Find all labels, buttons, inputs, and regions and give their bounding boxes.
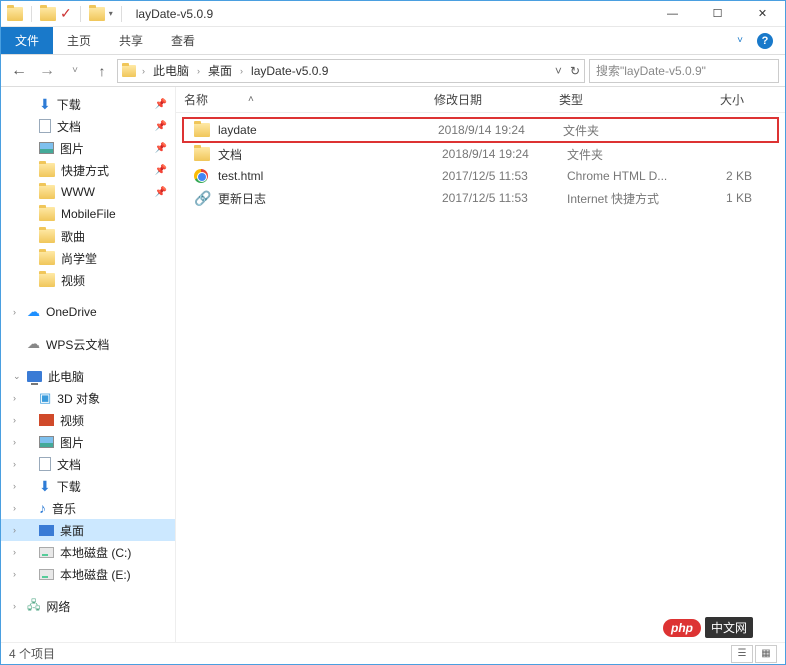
- column-date[interactable]: 修改日期: [434, 91, 559, 108]
- sidebar-item-onedrive[interactable]: ›☁OneDrive: [1, 301, 175, 323]
- nav-recent-button[interactable]: ˅: [63, 59, 87, 83]
- qat: ✓ ▾: [1, 5, 126, 22]
- chevron-right-icon[interactable]: ›: [138, 66, 149, 76]
- file-pane: 名称˄ 修改日期 类型 大小 laydate 2018/9/14 19:24 文…: [176, 87, 785, 642]
- sidebar-item-shortcuts[interactable]: 快捷方式📌: [1, 159, 175, 181]
- dropdown-icon[interactable]: ˅: [555, 64, 562, 78]
- sidebar-item-downloads2[interactable]: ›⬇下载: [1, 475, 175, 497]
- sidebar-item-pictures2[interactable]: ›图片: [1, 431, 175, 453]
- view-icons-button[interactable]: ▦: [755, 645, 777, 663]
- folder-icon: [7, 7, 23, 21]
- close-button[interactable]: ✕: [740, 1, 785, 27]
- tab-view[interactable]: 查看: [157, 27, 209, 54]
- crumb-pc[interactable]: 此电脑: [151, 62, 191, 79]
- nav-forward-button[interactable]: →: [35, 59, 59, 83]
- file-row[interactable]: 文档 2018/9/14 19:24 文件夹: [176, 143, 785, 165]
- ribbon-expand-icon[interactable]: ˅: [737, 35, 743, 46]
- search-input[interactable]: 搜索"layDate-v5.0.9": [589, 59, 779, 83]
- chevron-right-icon[interactable]: ›: [236, 66, 247, 76]
- sidebar-item-downloads[interactable]: ⬇下载📌: [1, 93, 175, 115]
- column-name[interactable]: 名称˄: [184, 91, 434, 108]
- sidebar-item-pictures[interactable]: 图片📌: [1, 137, 175, 159]
- crumb-folder[interactable]: layDate-v5.0.9: [249, 64, 330, 78]
- sidebar-item-desktop[interactable]: ›桌面: [1, 519, 175, 541]
- column-size[interactable]: 大小: [684, 91, 754, 108]
- window-title: layDate-v5.0.9: [136, 7, 213, 21]
- refresh-icon[interactable]: ↻: [570, 64, 580, 78]
- sidebar-item-network[interactable]: ›🖧网络: [1, 595, 175, 617]
- breadcrumb[interactable]: › 此电脑 › 桌面 › layDate-v5.0.9 ˅ ↻: [117, 59, 585, 83]
- folder-icon: [122, 65, 136, 77]
- chrome-icon: [194, 169, 210, 183]
- folder-icon: [194, 147, 210, 161]
- status-bar: 4 个项目 ☰ ▦: [1, 642, 785, 664]
- titlebar: ✓ ▾ layDate-v5.0.9 — ☐ ✕: [1, 1, 785, 27]
- link-icon: 🔗: [194, 190, 210, 207]
- nav-back-button[interactable]: ←: [7, 59, 31, 83]
- tab-share[interactable]: 共享: [105, 27, 157, 54]
- maximize-button[interactable]: ☐: [695, 1, 740, 27]
- minimize-button[interactable]: —: [650, 1, 695, 27]
- check-icon[interactable]: ✓: [60, 5, 72, 22]
- watermark-badge: php: [663, 619, 701, 637]
- column-type[interactable]: 类型: [559, 91, 684, 108]
- tab-home[interactable]: 主页: [53, 27, 105, 54]
- folder-icon: [89, 7, 105, 21]
- sidebar-item-shang[interactable]: 尚学堂: [1, 247, 175, 269]
- file-list[interactable]: laydate 2018/9/14 19:24 文件夹 文档 2018/9/14…: [176, 113, 785, 642]
- folder-icon: [194, 123, 210, 137]
- sidebar-item-mobilefile[interactable]: MobileFile: [1, 203, 175, 225]
- ribbon: 文件 主页 共享 查看 ˅ ?: [1, 27, 785, 55]
- crumb-desktop[interactable]: 桌面: [206, 62, 234, 79]
- search-placeholder: 搜索"layDate-v5.0.9": [596, 62, 706, 79]
- nav-up-button[interactable]: ↑: [91, 60, 113, 82]
- sort-asc-icon: ˄: [248, 94, 254, 105]
- sidebar-item-diske[interactable]: ›本地磁盘 (E:): [1, 563, 175, 585]
- help-icon[interactable]: ?: [757, 33, 773, 49]
- window-controls: — ☐ ✕: [650, 1, 785, 27]
- watermark: php 中文网: [663, 617, 753, 638]
- nav-tree[interactable]: ⬇下载📌 文档📌 图片📌 快捷方式📌 WWW📌 MobileFile 歌曲 尚学…: [1, 87, 176, 642]
- sidebar-item-thispc[interactable]: ⌄此电脑: [1, 365, 175, 387]
- chevron-right-icon[interactable]: ›: [193, 66, 204, 76]
- column-headers: 名称˄ 修改日期 类型 大小: [176, 87, 785, 113]
- qat-dropdown-icon[interactable]: ▾: [109, 9, 113, 18]
- sidebar-item-videos[interactable]: 视频: [1, 269, 175, 291]
- sidebar-item-songs[interactable]: 歌曲: [1, 225, 175, 247]
- sidebar-item-3d[interactable]: ›▣3D 对象: [1, 387, 175, 409]
- sidebar-item-www[interactable]: WWW📌: [1, 181, 175, 203]
- sidebar-item-documents2[interactable]: ›文档: [1, 453, 175, 475]
- sidebar-item-diskc[interactable]: ›本地磁盘 (C:): [1, 541, 175, 563]
- sidebar-item-documents[interactable]: 文档📌: [1, 115, 175, 137]
- file-row[interactable]: test.html 2017/12/5 11:53 Chrome HTML D.…: [176, 165, 785, 187]
- address-bar: ← → ˅ ↑ › 此电脑 › 桌面 › layDate-v5.0.9 ˅ ↻ …: [1, 55, 785, 87]
- folder-icon[interactable]: [40, 7, 56, 21]
- sidebar-item-wps[interactable]: ☁WPS云文档: [1, 333, 175, 355]
- view-details-button[interactable]: ☰: [731, 645, 753, 663]
- file-row[interactable]: laydate 2018/9/14 19:24 文件夹: [182, 117, 779, 143]
- status-item-count: 4 个项目: [9, 645, 55, 662]
- file-row[interactable]: 🔗 更新日志 2017/12/5 11:53 Internet 快捷方式 1 K…: [176, 187, 785, 209]
- watermark-text: 中文网: [705, 617, 753, 638]
- sidebar-item-music[interactable]: ›♪音乐: [1, 497, 175, 519]
- sidebar-item-video2[interactable]: ›视频: [1, 409, 175, 431]
- tab-file[interactable]: 文件: [1, 27, 53, 54]
